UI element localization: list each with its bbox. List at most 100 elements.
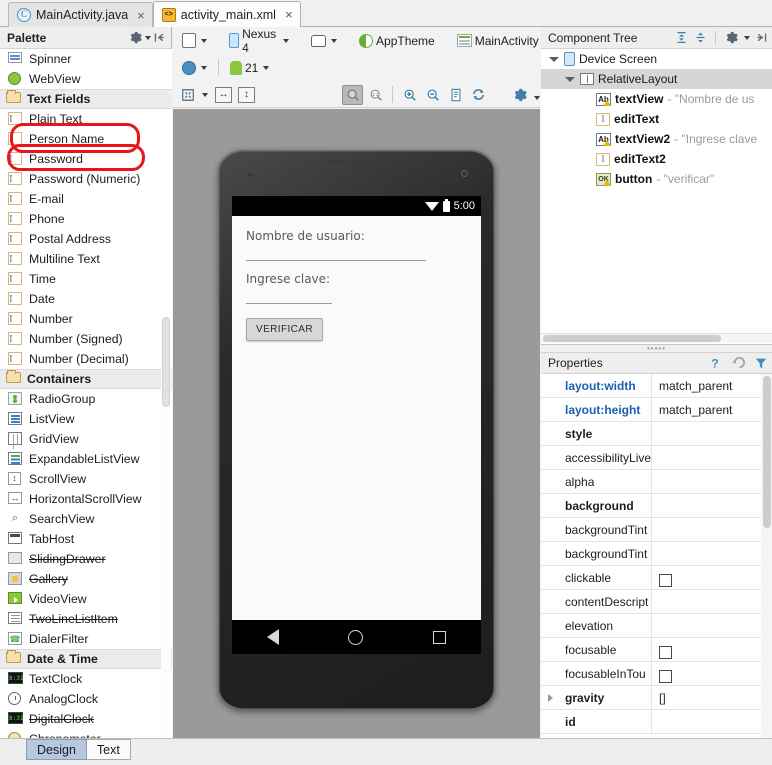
palette-item-twolinelistitem[interactable]: TwoLineListItem (0, 609, 172, 629)
zoom-out-icon[interactable] (422, 85, 443, 105)
property-value[interactable]: match_parent (651, 397, 772, 422)
editor-tab-activity-main-xml[interactable]: <> activity_main.xml × (152, 1, 301, 27)
property-value[interactable] (651, 709, 772, 734)
nav-recents-icon[interactable] (433, 630, 447, 644)
chevron-right-icon[interactable] (548, 694, 553, 702)
palette-scrollbar[interactable] (161, 317, 171, 737)
palette-item-time[interactable]: I Time (0, 269, 172, 289)
palette-item-dialerfilter[interactable]: ☎ DialerFilter (0, 629, 172, 649)
close-icon[interactable]: × (137, 8, 145, 23)
render-log-icon[interactable] (445, 85, 466, 105)
component-tree-node-textview2[interactable]: Ab textView2 - "Ingrese clave (541, 129, 772, 149)
filter-icon[interactable] (753, 355, 769, 371)
palette-item-password[interactable]: I Password (0, 149, 172, 169)
chevron-down-icon[interactable] (331, 38, 338, 43)
chevron-down-icon[interactable] (201, 65, 207, 70)
property-value[interactable] (651, 589, 772, 614)
palette-item-chronometer[interactable]: Chronometer (0, 729, 172, 738)
palette-item-multiline-text[interactable]: I Multiline Text (0, 249, 172, 269)
toolbar-button-orientation[interactable] (306, 30, 342, 52)
preview-textview[interactable]: Nombre de usuario: (246, 229, 481, 243)
component-tree-node-edittext[interactable]: IeditText (541, 109, 772, 129)
palette-item-horizontalscrollview[interactable]: ↔ HorizontalScrollView (0, 489, 172, 509)
property-row[interactable]: id (541, 709, 772, 734)
settings-gear-icon[interactable] (509, 85, 530, 105)
toolbar-button-locale[interactable] (177, 57, 212, 79)
palette-item-person-name[interactable]: I Person Name (0, 129, 172, 149)
palette-scrollbar-thumb[interactable] (162, 317, 170, 407)
nav-home-icon[interactable] (348, 629, 364, 645)
chevron-down-icon[interactable] (534, 96, 540, 100)
property-value[interactable] (651, 613, 772, 638)
component-tree-node-relativelayout[interactable]: RelativeLayout (541, 69, 772, 89)
preview-canvas[interactable]: 5:00 Nombre de usuario: Ingrese clave: V… (173, 109, 540, 738)
property-row[interactable]: clickable (541, 565, 772, 590)
chevron-down-icon[interactable] (202, 92, 208, 97)
property-value[interactable] (651, 565, 772, 590)
component-tree-hscroll-thumb[interactable] (543, 335, 721, 342)
property-row[interactable]: focusable (541, 637, 772, 662)
bottom-tab-text[interactable]: Text (86, 739, 131, 760)
expand-all-icon[interactable] (673, 30, 689, 46)
toolbar-button-nexus-4[interactable]: Nexus 4 (224, 27, 294, 55)
palette-item-number[interactable]: I Number (0, 309, 172, 329)
palette-item-videoview[interactable]: VideoView (0, 589, 172, 609)
device-screen[interactable]: 5:00 Nombre de usuario: Ingrese clave: V… (232, 196, 481, 654)
palette-item-phone[interactable]: I Phone (0, 209, 172, 229)
zoom-actual-size-icon[interactable]: 1:1 (365, 85, 386, 105)
preview-textview2[interactable]: Ingrese clave: (246, 272, 481, 286)
collapse-all-icon[interactable] (692, 30, 708, 46)
nav-back-icon[interactable] (266, 629, 279, 645)
collapse-panel-icon[interactable] (151, 30, 167, 46)
palette-item-gallery[interactable]: Gallery (0, 569, 172, 589)
property-value[interactable] (651, 637, 772, 662)
property-row[interactable]: alpha (541, 469, 772, 494)
property-row[interactable]: backgroundTint (541, 541, 772, 566)
component-tree-hscrollbar[interactable] (541, 333, 772, 343)
toolbar-button-apptheme[interactable]: AppTheme (354, 30, 440, 52)
chevron-down-icon[interactable] (744, 35, 750, 40)
property-row[interactable]: contentDescript (541, 589, 772, 614)
component-tree-node-edittext2[interactable]: IeditText2 (541, 149, 772, 169)
palette-item-spinner[interactable]: Spinner (0, 49, 172, 69)
chevron-down-icon[interactable] (283, 38, 290, 43)
palette-item-analogclock[interactable]: AnalogClock (0, 689, 172, 709)
panel-resize-grip[interactable]: ••••• (541, 344, 772, 353)
property-checkbox[interactable] (659, 670, 672, 684)
property-row[interactable]: layout:height match_parent (541, 397, 772, 422)
chevron-down-icon[interactable] (263, 65, 270, 70)
preview-edittext2[interactable] (246, 303, 332, 304)
properties-table[interactable]: layout:width match_parent layout:height mat… (541, 374, 772, 739)
property-row[interactable]: backgroundTint (541, 517, 772, 542)
fit-width-icon[interactable]: ↔ (215, 86, 232, 103)
tree-expander-open[interactable] (547, 56, 560, 62)
chevron-down-icon[interactable] (564, 76, 575, 82)
property-checkbox[interactable] (659, 574, 672, 588)
fit-height-icon[interactable]: ↕ (238, 86, 255, 103)
chevron-down-icon[interactable] (548, 56, 559, 62)
palette-item-digitalclock[interactable]: 8:31 DigitalClock (0, 709, 172, 729)
property-row[interactable]: background (541, 493, 772, 518)
property-row[interactable]: gravity [] (541, 685, 772, 710)
palette-item-text-fields[interactable]: Text Fields (0, 89, 172, 109)
palette-item-password-numeric[interactable]: I Password (Numeric) (0, 169, 172, 189)
palette-item-list[interactable]: Spinner WebView Text Fields I Plain Text I Per… (0, 49, 172, 738)
palette-item-gridview[interactable]: GridView (0, 429, 172, 449)
property-value[interactable] (651, 661, 772, 686)
properties-scrollbar[interactable] (761, 374, 772, 739)
component-tree-rows[interactable]: Device Screen RelativeLayout Ab textView - … (541, 49, 772, 189)
preview-button[interactable]: VERIFICAR (246, 318, 323, 341)
palette-item-number-signed[interactable]: I Number (Signed) (0, 329, 172, 349)
bottom-tab-design[interactable]: Design (26, 739, 87, 760)
chevron-down-icon[interactable] (201, 38, 207, 43)
property-row[interactable]: elevation (541, 613, 772, 638)
palette-item-plain-text[interactable]: I Plain Text (0, 109, 172, 129)
hide-panel-icon[interactable] (753, 30, 769, 46)
property-value[interactable]: [] (651, 685, 772, 710)
palette-item-tabhost[interactable]: TabHost (0, 529, 172, 549)
toolbar-button-21[interactable]: 21 (225, 57, 274, 79)
help-icon[interactable]: ? (707, 355, 723, 371)
property-value[interactable] (651, 469, 772, 494)
toolbar-button-device-config[interactable] (177, 30, 212, 52)
palette-item-containers[interactable]: Containers (0, 369, 172, 389)
